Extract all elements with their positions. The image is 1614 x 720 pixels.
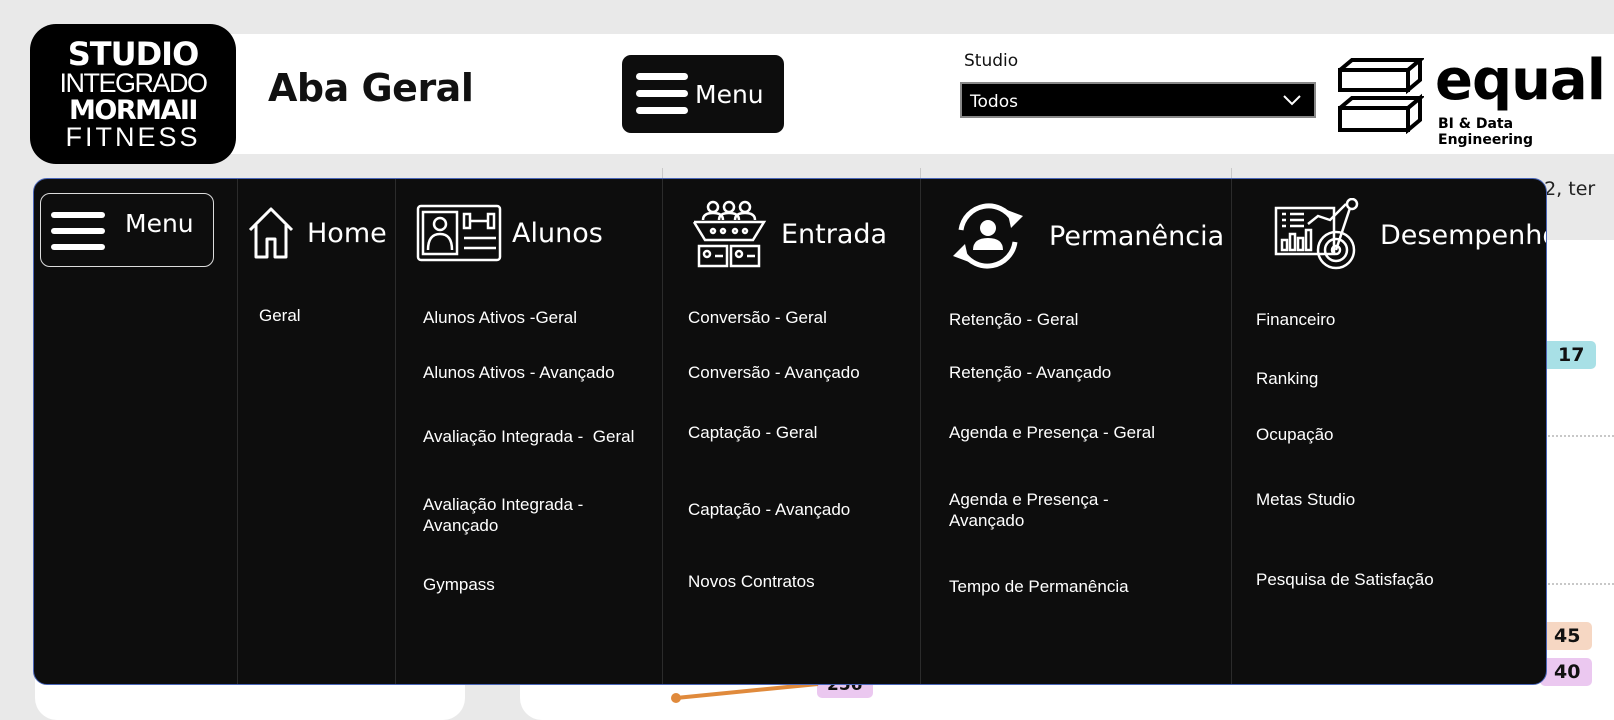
menu-link-agenda-presenca-avancado[interactable]: Agenda e Presença - Avançado <box>949 489 1149 531</box>
home-icon <box>247 206 295 260</box>
logo-text: INTEGRADO <box>59 67 208 98</box>
section-home[interactable]: Home <box>247 206 387 260</box>
menu-link-novos-contratos[interactable]: Novos Contratos <box>688 571 815 592</box>
equal-brand-name: equal <box>1435 48 1606 113</box>
menu-link-metas-studio[interactable]: Metas Studio <box>1256 489 1355 510</box>
hamburger-icon <box>636 73 688 114</box>
menu-button-label: Menu <box>695 80 764 109</box>
user-cycle-icon <box>949 198 1027 274</box>
logo-text: STUDIO <box>67 34 200 73</box>
grid-line <box>1548 435 1614 437</box>
column-divider <box>920 179 921 684</box>
studio-logo: STUDIO INTEGRADO MORMAII FITNESS <box>30 24 236 164</box>
menu-link-ranking[interactable]: Ranking <box>1256 368 1318 389</box>
value-badge: 40 <box>1540 658 1593 686</box>
menu-link-conversao-avancado[interactable]: Conversão - Avançado <box>688 362 860 383</box>
menu-link-captacao-avancado[interactable]: Captação - Avançado <box>688 499 850 520</box>
menu-link-gympass[interactable]: Gympass <box>423 574 495 595</box>
chevron-down-icon <box>1283 95 1301 106</box>
equal-brand-tagline: BI & Data Engineering <box>1438 116 1533 148</box>
equal-logo: equal BI & Data Engineering <box>1338 48 1606 148</box>
grid-line <box>1548 583 1614 585</box>
navigation-menu-panel: Menu Home Geral Alunos Alunos Ativos -Ge… <box>33 178 1547 685</box>
menu-close-button[interactable]: Menu <box>40 193 214 267</box>
page-title: Aba Geral <box>268 66 474 110</box>
menu-link-alunos-ativos-geral[interactable]: Alunos Ativos -Geral <box>423 307 577 328</box>
menu-link-avaliacao-integrada-geral[interactable]: Avaliação Integrada - Geral <box>423 426 634 447</box>
section-entrada[interactable]: Entrada <box>691 198 887 270</box>
section-title: Permanência <box>1049 220 1225 252</box>
menu-link-conversao-geral[interactable]: Conversão - Geral <box>688 307 827 328</box>
menu-link-pesquisa-satisfacao[interactable]: Pesquisa de Satisfação <box>1256 569 1434 590</box>
section-desempenho[interactable]: Desempenho <box>1274 198 1547 272</box>
menu-link-retencao-avancado[interactable]: Retenção - Avançado <box>949 362 1111 383</box>
menu-link-retencao-geral[interactable]: Retenção - Geral <box>949 309 1078 330</box>
studio-filter-label: Studio <box>964 51 1019 71</box>
menu-link-ocupacao[interactable]: Ocupação <box>1256 424 1334 445</box>
performance-chart-icon <box>1274 198 1368 272</box>
menu-button-label: Menu <box>125 209 194 238</box>
funnel-people-icon <box>691 198 767 270</box>
menu-link-alunos-ativos-avancado[interactable]: Alunos Ativos - Avançado <box>423 362 615 383</box>
section-title: Desempenho <box>1380 219 1547 251</box>
logo-text: FITNESS <box>65 121 201 152</box>
equal-logo-mark <box>1338 58 1424 134</box>
value-badge: 45 <box>1540 622 1593 650</box>
menu-link-tempo-permanencia[interactable]: Tempo de Permanência <box>949 576 1129 597</box>
column-divider <box>237 179 238 684</box>
section-title: Entrada <box>781 218 888 250</box>
menu-link-captacao-geral[interactable]: Captação - Geral <box>688 422 817 443</box>
section-permanencia[interactable]: Permanência <box>949 198 1224 274</box>
hamburger-icon <box>51 212 105 250</box>
menu-link-agenda-presenca-geral[interactable]: Agenda e Presença - Geral <box>949 422 1155 443</box>
section-title: Alunos <box>512 217 603 249</box>
menu-link-financeiro[interactable]: Financeiro <box>1256 309 1335 330</box>
student-card-icon <box>416 204 502 262</box>
column-divider <box>395 179 396 684</box>
studio-filter-select[interactable]: Todos <box>960 82 1316 118</box>
menu-link-avaliacao-integrada-avancado[interactable]: Avaliação Integrada - Avançado <box>423 494 613 536</box>
logo-text: MORMAII <box>69 94 198 126</box>
menu-link-geral[interactable]: Geral <box>259 305 301 326</box>
studio-filter-value: Todos <box>970 92 1018 112</box>
section-title: Home <box>307 217 387 249</box>
column-divider <box>1231 179 1232 684</box>
column-divider <box>662 179 663 684</box>
menu-button[interactable]: Menu <box>622 55 784 133</box>
section-alunos[interactable]: Alunos <box>416 204 603 262</box>
